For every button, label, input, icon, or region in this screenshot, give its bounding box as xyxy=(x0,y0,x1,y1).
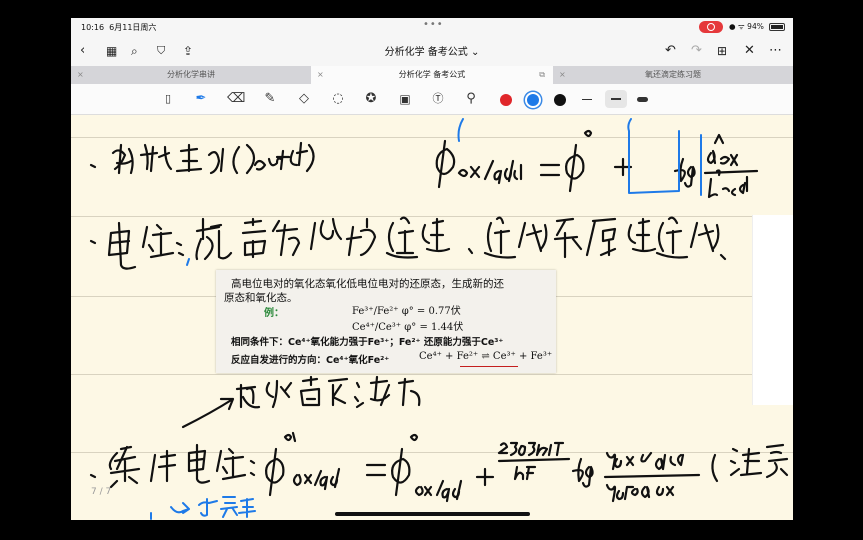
page-layout-icon[interactable]: ▯ xyxy=(159,90,177,108)
image-icon[interactable]: ▣ xyxy=(396,90,414,108)
notebook-page[interactable]: 高电位电对的氧化态氧化低电位电对的还原态，生成新的还 原态和氧化态。 例： Fe… xyxy=(71,115,793,520)
undo-icon[interactable]: ↶ xyxy=(665,42,676,60)
snippet-text: 反应自发进行的方向：Ce⁴⁺氧化Fe²⁺ xyxy=(231,355,390,366)
tab-split-icon[interactable]: ⧉ xyxy=(539,66,545,84)
document-title[interactable]: 分析化学 备考公式 ⌄ xyxy=(71,43,793,58)
snippet-reaction: Fe³⁺/Fe²⁺ φ° = 0.77伏 xyxy=(352,306,461,317)
screen-record-icon[interactable] xyxy=(699,21,723,33)
eraser-icon[interactable]: ⌫ xyxy=(227,90,245,108)
shapes-icon[interactable]: ◇ xyxy=(295,90,313,108)
tab-bar: × 分析化学串讲 × 分析化学 备考公式 ⧉ × 氧还滴定练习题 xyxy=(71,66,793,84)
color-black-swatch[interactable] xyxy=(554,94,566,106)
close-icon[interactable]: ✕ xyxy=(744,42,755,60)
tab-formulas[interactable]: × 分析化学 备考公式 ⧉ xyxy=(311,66,553,84)
redo-icon[interactable]: ↷ xyxy=(691,42,702,60)
snippet-text: 原态和氧化态。 xyxy=(224,292,298,304)
home-indicator[interactable] xyxy=(335,512,530,516)
status-bar: 10:16 6月11日周六 ••• ● ᯤ 94% xyxy=(71,18,793,36)
snippet-reaction: Ce⁴⁺/Ce³⁺ φ° = 1.44伏 xyxy=(352,322,464,333)
tab-close-icon[interactable]: × xyxy=(317,66,324,84)
wifi-battery-status: ● ᯤ 94% xyxy=(729,22,764,31)
snippet-text: 相同条件下：Ce⁴⁺氧化能力强于Fe³⁺；Fe²⁺ 还原能力强于Ce³⁺ xyxy=(231,337,504,348)
nav-bar: ‹ ▦ ⌕ ⛉ ⇪ 分析化学 备考公式 ⌄ ↶ ↷ ⊞ ✕ ⋯ xyxy=(71,36,793,66)
stroke-medium-selected[interactable] xyxy=(605,90,627,108)
stroke-thick[interactable] xyxy=(637,97,648,102)
stroke-thin[interactable] xyxy=(582,99,592,100)
page-number: 7 / 7 xyxy=(91,487,112,497)
sticker-icon[interactable]: ✪ xyxy=(362,90,380,108)
more-icon[interactable]: ⋯ xyxy=(769,42,782,60)
add-page-icon[interactable]: ⊞ xyxy=(717,42,727,60)
red-arrow-underline xyxy=(460,366,518,367)
color-red-swatch[interactable] xyxy=(500,94,512,106)
color-blue-swatch[interactable] xyxy=(527,94,539,106)
snippet-reaction: Ce⁴⁺ + Fe²⁺ ⇌ Ce³⁺ + Fe³⁺ xyxy=(419,351,553,362)
snippet-example-label: 例： xyxy=(264,308,284,319)
tab-analysis-review[interactable]: × 分析化学串讲 xyxy=(71,66,311,84)
tab-close-icon[interactable]: × xyxy=(77,66,84,84)
ipad-screen: 10:16 6月11日周六 ••• ● ᯤ 94% ‹ ▦ ⌕ ⛉ ⇪ 分析化学… xyxy=(71,18,793,520)
lasso-icon[interactable]: ◌ xyxy=(329,90,347,108)
multitask-dots[interactable]: ••• xyxy=(423,19,444,30)
tab-close-icon[interactable]: × xyxy=(559,66,566,84)
highlighter-icon[interactable]: ✎ xyxy=(261,90,279,108)
drawing-toolbar: ▯ ✒ ⌫ ✎ ◇ ◌ ✪ ▣ Ⓣ ⚲ xyxy=(71,84,793,115)
laser-pointer-icon[interactable]: ⚲ xyxy=(462,90,480,108)
text-icon[interactable]: Ⓣ xyxy=(429,90,447,108)
snippet-text: 高电位电对的氧化态氧化低电位电对的还原态，生成新的还 xyxy=(231,278,504,290)
pen-icon[interactable]: ✒ xyxy=(192,90,210,108)
status-time: 10:16 6月11日周六 xyxy=(81,23,157,32)
tab-redox-exercises[interactable]: × 氧还滴定练习题 xyxy=(553,66,793,84)
battery-icon xyxy=(769,23,785,31)
textbook-snippet-image[interactable]: 高电位电对的氧化态氧化低电位电对的还原态，生成新的还 原态和氧化态。 例： Fe… xyxy=(216,270,556,373)
